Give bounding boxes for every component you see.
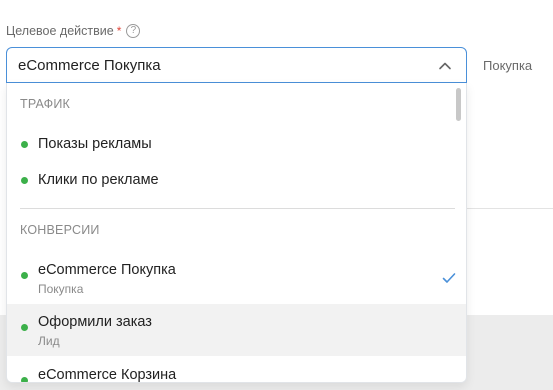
option-ad-impressions[interactable]: Показы рекламы	[7, 131, 466, 161]
help-icon[interactable]: ?	[126, 24, 141, 38]
status-dot	[21, 177, 28, 184]
option-sublabel: Лид	[38, 334, 60, 348]
status-dot	[21, 141, 28, 148]
option-order-placed[interactable]: Оформили заказ Лид	[7, 304, 466, 356]
scrollbar[interactable]	[456, 88, 461, 121]
group-divider	[20, 208, 455, 209]
target-action-select[interactable]: eCommerce Покупка	[6, 47, 467, 83]
option-sublabel: Покупка	[38, 282, 84, 296]
field-label: Целевое действие * ?	[6, 24, 141, 38]
status-dot	[21, 377, 28, 382]
option-label: Показы рекламы	[38, 136, 152, 152]
field-label-text: Целевое действие	[6, 24, 114, 38]
selected-value: eCommerce Покупка	[18, 56, 161, 74]
group-header-conversions: КОНВЕРСИИ	[20, 223, 100, 237]
chevron-up-icon[interactable]	[438, 59, 452, 73]
required-mark: *	[116, 24, 122, 38]
check-icon	[442, 273, 456, 283]
option-label: Оформили заказ	[38, 314, 152, 330]
option-ad-clicks[interactable]: Клики по рекламе	[7, 167, 466, 197]
side-value: Покупка	[483, 58, 533, 73]
status-dot	[21, 324, 28, 331]
group-header-traffic: ТРАФИК	[20, 97, 71, 111]
status-dot	[21, 272, 28, 279]
background-divider	[467, 208, 553, 209]
option-ecommerce-purchase[interactable]: eCommerce Покупка Покупка	[7, 253, 466, 303]
option-label: eCommerce Покупка	[38, 262, 176, 278]
dropdown-list[interactable]: ТРАФИК Показы рекламы Клики по рекламе К…	[6, 83, 467, 383]
option-label: Клики по рекламе	[38, 172, 159, 188]
option-ecommerce-cart[interactable]: eCommerce Корзина	[7, 357, 466, 383]
option-label: eCommerce Корзина	[38, 367, 177, 383]
